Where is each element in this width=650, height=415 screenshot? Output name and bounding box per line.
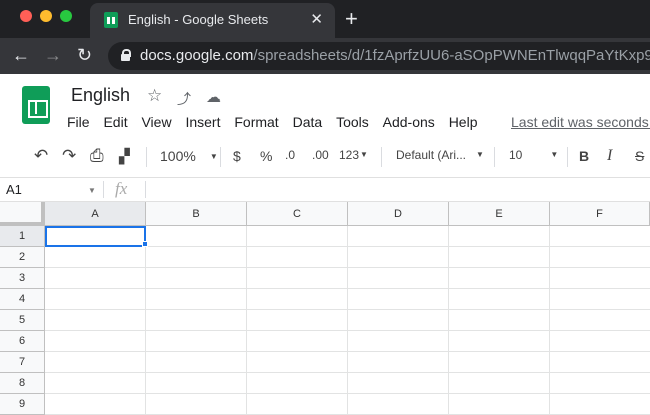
column-header-e[interactable]: E xyxy=(449,202,550,226)
forward-arrow-icon[interactable]: → xyxy=(44,45,62,66)
spreadsheet-grid[interactable]: A B C D E F 1 2 3 4 5 6 7 8 9 xyxy=(0,202,650,415)
doc-header: English ☆ ⤴ ☁ File Edit View Insert Form… xyxy=(0,74,650,136)
menu-view[interactable]: View xyxy=(141,114,171,130)
row-header-3[interactable]: 3 xyxy=(0,268,45,289)
browser-nav-bar: ← → ↻ docs.google.com/spreadsheets/d/1fz… xyxy=(0,38,650,74)
decrease-decimal-button[interactable]: .0 xyxy=(285,148,295,162)
row-header-7[interactable]: 7 xyxy=(0,352,45,373)
row-header-2[interactable]: 2 xyxy=(0,247,45,268)
name-box-chevron-down-icon[interactable]: ▼ xyxy=(88,186,96,195)
font-size-select[interactable]: 10 ▼ xyxy=(509,148,558,162)
menu-tools[interactable]: Tools xyxy=(336,114,369,130)
strikethrough-button[interactable]: S xyxy=(635,148,644,164)
close-window-button[interactable] xyxy=(20,10,32,22)
maximize-window-button[interactable] xyxy=(60,10,72,22)
formula-bar-divider xyxy=(103,181,104,198)
toolbar-divider xyxy=(146,147,147,167)
column-header-a[interactable]: A xyxy=(45,202,146,226)
more-formats-label: 123 xyxy=(339,148,360,162)
toolbar-divider xyxy=(567,147,568,167)
menu-data[interactable]: Data xyxy=(293,114,323,130)
browser-tab-bar: English - Google Sheets ✕ + xyxy=(0,0,650,38)
address-bar[interactable]: docs.google.com/spreadsheets/d/1fzAprfzU… xyxy=(108,42,650,70)
menu-insert[interactable]: Insert xyxy=(185,114,220,130)
italic-button[interactable]: I xyxy=(607,147,612,165)
menu-help[interactable]: Help xyxy=(449,114,478,130)
url-text[interactable]: docs.google.com/spreadsheets/d/1fzAprfzU… xyxy=(140,47,650,64)
menu-bar: File Edit View Insert Format Data Tools … xyxy=(62,114,482,130)
formula-bar: A1 ▼ fx xyxy=(0,178,650,202)
formula-bar-divider xyxy=(145,181,146,198)
tab-close-icon[interactable]: ✕ xyxy=(310,10,323,28)
chevron-down-icon: ▼ xyxy=(360,150,368,159)
tab-title: English - Google Sheets xyxy=(128,12,269,27)
select-all-corner[interactable] xyxy=(0,202,45,226)
row-header-1[interactable]: 1 xyxy=(0,226,45,247)
fill-handle[interactable] xyxy=(142,241,148,247)
sheets-favicon-icon xyxy=(104,12,118,28)
menu-file[interactable]: File xyxy=(67,114,90,130)
star-icon[interactable]: ☆ xyxy=(147,86,162,106)
undo-icon[interactable]: ↶ xyxy=(34,146,48,166)
sheets-logo-icon[interactable] xyxy=(22,86,50,124)
paint-format-icon[interactable]: ▞ xyxy=(119,148,130,165)
print-icon[interactable]: ⎙ xyxy=(90,146,104,166)
row-header-5[interactable]: 5 xyxy=(0,310,45,331)
row-header-6[interactable]: 6 xyxy=(0,331,45,352)
menu-edit[interactable]: Edit xyxy=(103,114,127,130)
column-header-c[interactable]: C xyxy=(247,202,348,226)
currency-format-button[interactable]: $ xyxy=(233,148,241,164)
url-host: docs.google.com xyxy=(140,47,254,64)
percent-format-button[interactable]: % xyxy=(260,148,272,164)
font-family-value: Default (Ari... xyxy=(396,148,467,162)
move-folder-icon[interactable]: ⤴ xyxy=(177,89,191,109)
toolbar-divider xyxy=(381,147,382,167)
more-formats-select[interactable]: 123▼ xyxy=(339,148,368,162)
row-header-9[interactable]: 9 xyxy=(0,394,45,415)
new-tab-button[interactable]: + xyxy=(345,6,358,32)
last-edit-link[interactable]: Last edit was seconds ago xyxy=(511,114,650,130)
column-header-d[interactable]: D xyxy=(348,202,449,226)
back-arrow-icon[interactable]: ← xyxy=(12,45,30,66)
active-cell-a1[interactable] xyxy=(45,226,146,247)
toolbar-divider xyxy=(494,147,495,167)
zoom-value: 100% xyxy=(160,148,196,164)
increase-decimal-button[interactable]: .00 xyxy=(312,148,329,162)
zoom-select[interactable]: 100% ▼ xyxy=(160,148,218,164)
cell-grid[interactable] xyxy=(45,226,650,415)
cloud-status-icon[interactable]: ☁ xyxy=(206,88,221,106)
minimize-window-button[interactable] xyxy=(40,10,52,22)
toolbar-divider xyxy=(220,147,221,167)
document-title[interactable]: English xyxy=(71,85,130,106)
font-size-value: 10 xyxy=(509,148,523,162)
row-header-8[interactable]: 8 xyxy=(0,373,45,394)
menu-format[interactable]: Format xyxy=(234,114,278,130)
menu-addons[interactable]: Add-ons xyxy=(383,114,435,130)
browser-tab[interactable]: English - Google Sheets ✕ xyxy=(90,3,335,38)
chevron-down-icon: ▼ xyxy=(550,150,559,159)
redo-icon[interactable]: ↷ xyxy=(62,146,76,166)
fx-icon: fx xyxy=(115,179,128,198)
reload-icon[interactable]: ↻ xyxy=(77,45,92,66)
toolbar: ↶ ↷ ⎙ ▞ 100% ▼ $ % .0 .00 123▼ Default (A… xyxy=(0,136,650,178)
column-header-b[interactable]: B xyxy=(146,202,247,226)
lock-icon xyxy=(121,49,131,61)
chevron-down-icon: ▼ xyxy=(209,152,218,161)
name-box[interactable]: A1 xyxy=(6,182,22,197)
column-header-f[interactable]: F xyxy=(550,202,650,226)
bold-button[interactable]: B xyxy=(579,148,589,164)
font-family-select[interactable]: Default (Ari... ▼ xyxy=(396,148,484,162)
chevron-down-icon: ▼ xyxy=(476,150,484,159)
row-header-4[interactable]: 4 xyxy=(0,289,45,310)
url-path: /spreadsheets/d/1fzAprfzUU6-aSOpPWNEnTlw… xyxy=(253,47,650,64)
